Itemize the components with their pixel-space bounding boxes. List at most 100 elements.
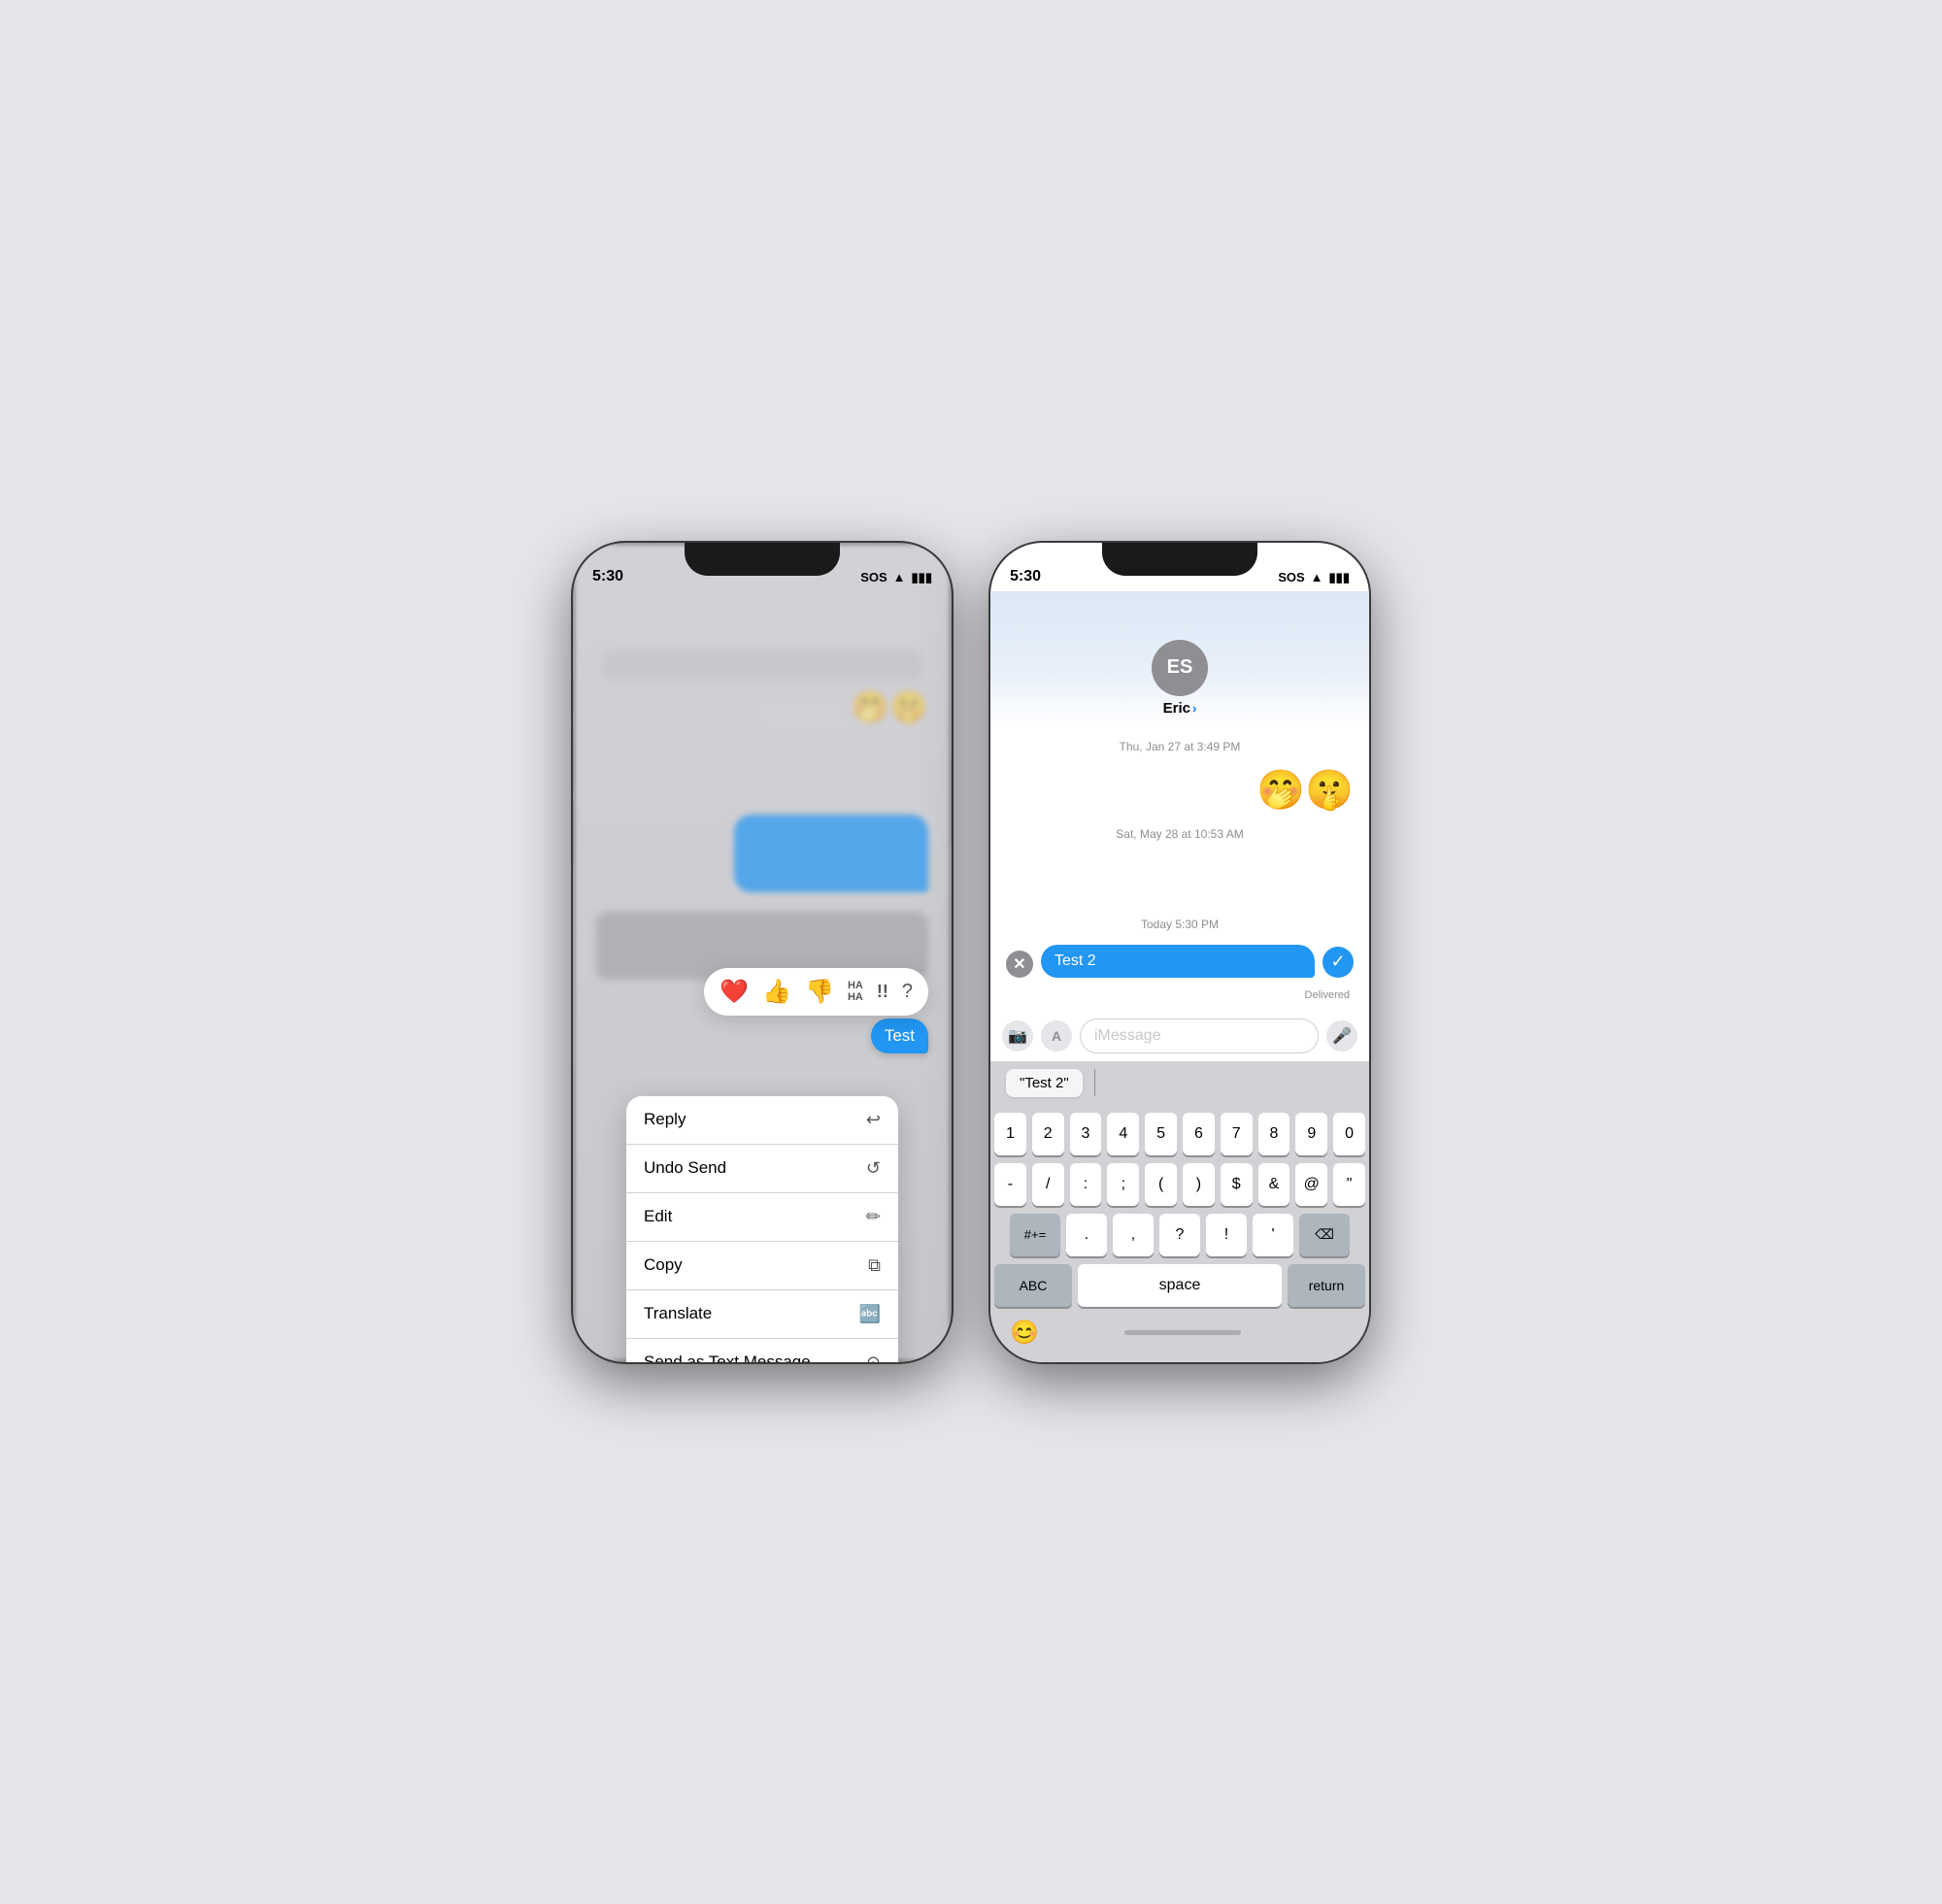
reaction-heart[interactable]: ❤️ <box>720 978 749 1006</box>
bg-bubble-1 <box>602 650 922 681</box>
notch <box>685 543 840 576</box>
menu-item-undo-send[interactable]: Undo Send ↺ <box>626 1145 898 1193</box>
delivered-status: Delivered <box>1006 989 1354 1001</box>
status-icons: SOS ▲ ▮▮▮ <box>860 570 932 585</box>
messages-area: Thu, Jan 27 at 3:49 PM 🤭🤫 Sat, May 28 at… <box>990 726 1369 1011</box>
apps-button[interactable]: A <box>1041 1020 1072 1052</box>
key-paren-close[interactable]: ) <box>1183 1163 1215 1206</box>
keyboard: 1 2 3 4 5 6 7 8 9 0 - / : ; ( <box>990 1105 1369 1362</box>
key-8[interactable]: 8 <box>1258 1113 1290 1155</box>
test-message-bubble[interactable]: Test <box>871 1019 928 1053</box>
timestamp-3: Today 5:30 PM <box>1006 918 1354 931</box>
undo-send-icon: ↺ <box>866 1158 881 1179</box>
timestamp-2: Sat, May 28 at 10:53 AM <box>1006 827 1354 841</box>
input-bar: 📷 A iMessage 🎤 <box>990 1011 1369 1061</box>
reaction-bar: ❤️ 👍 👎 HAHA !! ? <box>704 968 928 1016</box>
key-amp[interactable]: & <box>1258 1163 1290 1206</box>
key-period[interactable]: . <box>1066 1214 1107 1256</box>
key-space[interactable]: space <box>1078 1264 1282 1307</box>
imessage-input[interactable]: iMessage <box>1080 1019 1319 1053</box>
key-return[interactable]: return <box>1288 1264 1365 1307</box>
copy-icon: ⧉ <box>868 1255 881 1276</box>
key-comma[interactable]: , <box>1113 1214 1154 1256</box>
key-dollar[interactable]: $ <box>1221 1163 1253 1206</box>
key-9[interactable]: 9 <box>1295 1113 1327 1155</box>
key-3[interactable]: 3 <box>1070 1113 1102 1155</box>
reaction-exclamation[interactable]: !! <box>877 982 888 1002</box>
phone-1: 5:30 SOS ▲ ▮▮▮ 🤭🤫 ❤️ 👍 👎 HAHA !! ? <box>573 543 952 1362</box>
menu-item-reply[interactable]: Reply ↩ <box>626 1096 898 1145</box>
key-1[interactable]: 1 <box>994 1113 1026 1155</box>
sent-message-row: ✕ Test 2 ✓ <box>1006 945 1354 978</box>
menu-item-copy[interactable]: Copy ⧉ <box>626 1242 898 1290</box>
contact-avatar[interactable]: ES <box>1152 640 1208 696</box>
contact-chevron-icon: › <box>1192 701 1196 716</box>
key-quote[interactable]: " <box>1333 1163 1365 1206</box>
camera-button[interactable]: 📷 <box>1002 1020 1033 1052</box>
key-dash[interactable]: - <box>994 1163 1026 1206</box>
key-7[interactable]: 7 <box>1221 1113 1253 1155</box>
status-time: 5:30 <box>592 568 623 585</box>
reaction-thumbs-up[interactable]: 👍 <box>762 978 791 1006</box>
autocomplete-bar: "Test 2" <box>990 1061 1369 1105</box>
autocomplete-item-1[interactable]: "Test 2" <box>1006 1069 1083 1097</box>
translate-icon: 🔤 <box>859 1304 881 1324</box>
send-text-icon: ⊙ <box>866 1353 881 1362</box>
key-exclaim[interactable]: ! <box>1206 1214 1247 1256</box>
key-hashplus[interactable]: #+= <box>1010 1214 1060 1256</box>
keyboard-row-4: ABC space return <box>994 1264 1365 1307</box>
reaction-haha[interactable]: HAHA <box>848 980 863 1003</box>
phone-2: 5:30 SOS ▲ ▮▮▮ ES Eric › Thu, Jan <box>990 543 1369 1362</box>
key-question[interactable]: ? <box>1159 1214 1200 1256</box>
bg-emoji: 🤭🤫 <box>851 688 928 725</box>
key-paren-open[interactable]: ( <box>1145 1163 1177 1206</box>
autocomplete-divider <box>1094 1069 1095 1096</box>
keyboard-padding-bottom <box>994 1351 1365 1358</box>
send-button[interactable]: ✓ <box>1323 947 1354 978</box>
sent-message-bubble: Test 2 <box>1041 945 1315 978</box>
keyboard-row-3: #+= . , ? ! ' ⌫ <box>994 1214 1365 1256</box>
keyboard-bottom: 😊 <box>994 1315 1365 1351</box>
menu-item-send-as-text[interactable]: Send as Text Message ⊙ <box>626 1339 898 1362</box>
menu-item-translate[interactable]: Translate 🔤 <box>626 1290 898 1339</box>
phone2-screen: 5:30 SOS ▲ ▮▮▮ ES Eric › Thu, Jan <box>990 543 1369 1362</box>
mic-button[interactable]: 🎤 <box>1326 1020 1357 1052</box>
key-slash[interactable]: / <box>1032 1163 1064 1206</box>
sent-bubble-container: Test 2 <box>1041 945 1315 978</box>
bg-bubble-3 <box>734 815 928 892</box>
contact-name-row[interactable]: Eric › <box>1163 700 1197 717</box>
context-menu: Reply ↩ Undo Send ↺ Edit ✏ Copy ⧉ Transl… <box>626 1096 898 1362</box>
timestamp-1: Thu, Jan 27 at 3:49 PM <box>1006 740 1354 753</box>
spacer <box>1006 854 1354 904</box>
phone1-screen: 5:30 SOS ▲ ▮▮▮ 🤭🤫 ❤️ 👍 👎 HAHA !! ? <box>573 543 952 1362</box>
reaction-thumbs-down[interactable]: 👎 <box>805 978 834 1006</box>
key-5[interactable]: 5 <box>1145 1113 1177 1155</box>
key-at[interactable]: @ <box>1295 1163 1327 1206</box>
edit-icon: ✏ <box>866 1207 881 1227</box>
emoji-bubbles: 🤭🤫 <box>1256 767 1354 814</box>
reply-icon: ↩ <box>866 1110 881 1130</box>
key-6[interactable]: 6 <box>1183 1113 1215 1155</box>
key-0[interactable]: 0 <box>1333 1113 1365 1155</box>
key-colon[interactable]: : <box>1070 1163 1102 1206</box>
key-abc[interactable]: ABC <box>994 1264 1072 1307</box>
key-4[interactable]: 4 <box>1107 1113 1139 1155</box>
keyboard-row-1: 1 2 3 4 5 6 7 8 9 0 <box>994 1113 1365 1155</box>
key-apostrophe[interactable]: ' <box>1253 1214 1293 1256</box>
imessage-screen: 5:30 SOS ▲ ▮▮▮ ES Eric › Thu, Jan <box>990 543 1369 1362</box>
key-2[interactable]: 2 <box>1032 1113 1064 1155</box>
battery-icon: ▮▮▮ <box>912 570 932 585</box>
notch-2 <box>1102 543 1257 576</box>
emoji-keyboard-button[interactable]: 😊 <box>1002 1315 1047 1351</box>
emoji-message: 🤭🤫 <box>1006 767 1354 814</box>
wifi-icon-2: ▲ <box>1311 570 1323 585</box>
cancel-button[interactable]: ✕ <box>1006 951 1033 978</box>
contact-header: ES Eric › <box>990 591 1369 726</box>
menu-item-edit[interactable]: Edit ✏ <box>626 1193 898 1242</box>
key-delete[interactable]: ⌫ <box>1299 1214 1350 1256</box>
sos-icon: SOS <box>860 570 887 585</box>
key-semicolon[interactable]: ; <box>1107 1163 1139 1206</box>
reaction-question[interactable]: ? <box>902 981 913 1003</box>
keyboard-row-2: - / : ; ( ) $ & @ " <box>994 1163 1365 1206</box>
status-icons-2: SOS ▲ ▮▮▮ <box>1278 570 1350 585</box>
